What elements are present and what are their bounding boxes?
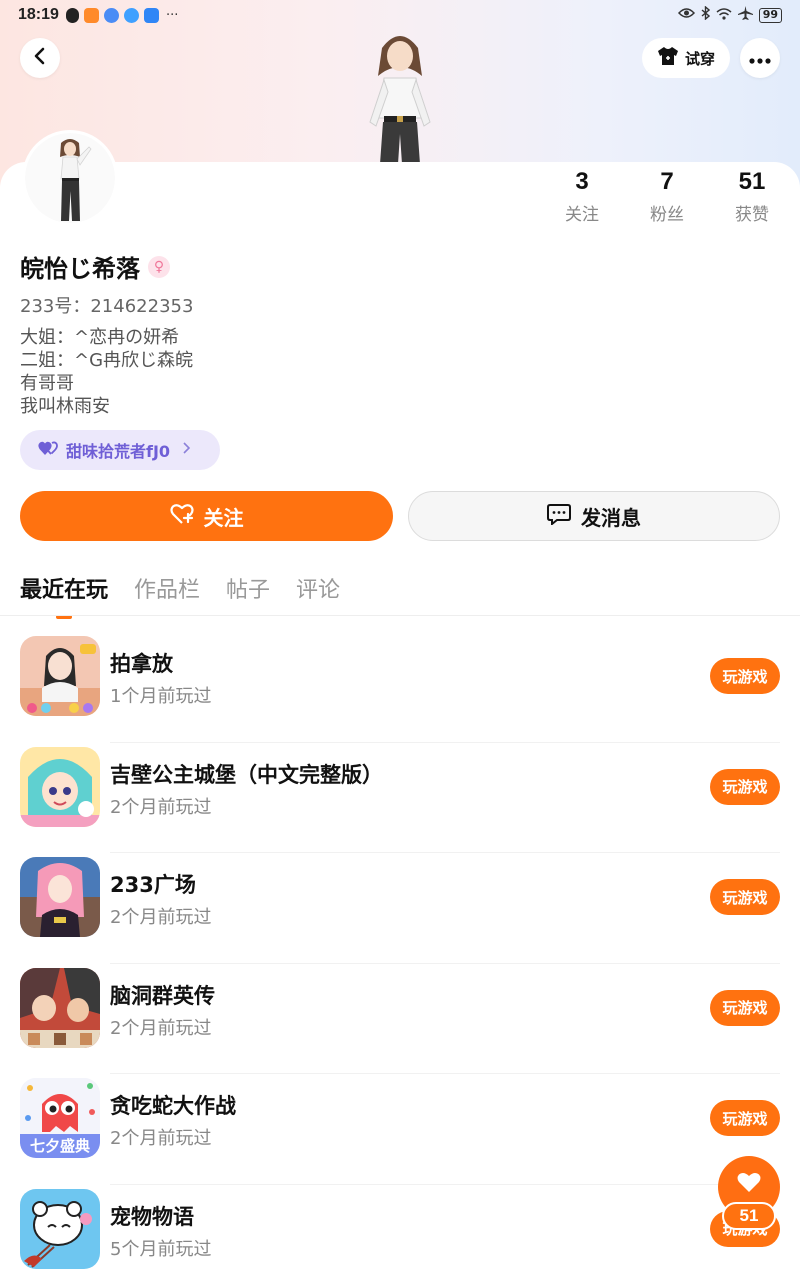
game-icon — [20, 746, 100, 827]
follow-button[interactable]: 关注 — [20, 491, 393, 541]
female-gender-icon: ♀ — [148, 255, 170, 278]
try-on-button[interactable]: 试穿 — [642, 38, 730, 78]
video-app-icon — [84, 8, 99, 23]
message-label: 发消息 — [581, 505, 641, 530]
list-item[interactable]: 七夕盛典 贪吃蛇大作战 2个月前玩过 玩游戏 — [0, 1074, 800, 1185]
stat-fans-count: 7 — [660, 168, 674, 195]
stat-likes-label: 获赞 — [735, 205, 769, 225]
stat-following-count: 3 — [575, 168, 589, 195]
status-bar: 18:19 ··· 99 — [0, 0, 800, 32]
send-message-button[interactable]: 发消息 — [408, 491, 780, 541]
game-title: 贪吃蛇大作战 — [110, 1094, 236, 1118]
guild-label: 甜味拾荒者fJ0 — [66, 442, 171, 461]
chevron-right-icon — [182, 442, 191, 458]
shirt-icon — [657, 46, 679, 70]
penguin-icon — [66, 8, 79, 23]
game-title: 宠物物语 — [110, 1204, 194, 1229]
overflow-dots: ··· — [166, 7, 179, 23]
recent-games-list: 拍拿放 1个月前玩过 玩游戏 吉壁公主城堡（中文完整版） 2个月前玩过 玩游戏 — [0, 632, 800, 1280]
list-item[interactable]: 233广场 2个月前玩过 玩游戏 — [0, 853, 800, 964]
tabs-divider — [0, 615, 800, 616]
bio-line: 有哥哥 — [20, 373, 74, 394]
double-heart-icon — [38, 440, 58, 460]
try-on-label: 试穿 — [684, 49, 715, 68]
airplane-icon — [737, 6, 753, 24]
bio-line: 二姐：^G冉欣じ森皖 — [20, 350, 194, 371]
game-title: 脑洞群英传 — [110, 983, 215, 1008]
stat-likes[interactable]: 51 获赞 — [712, 168, 792, 225]
battery-indicator: 99 — [758, 7, 782, 23]
game-icon — [20, 636, 100, 716]
list-item[interactable]: 吉壁公主城堡（中文完整版） 2个月前玩过 玩游戏 — [0, 743, 800, 853]
follow-label: 关注 — [203, 505, 244, 530]
status-notification-icons: ··· — [66, 8, 178, 23]
last-played: 5个月前玩过 — [110, 1238, 212, 1260]
back-button[interactable] — [20, 38, 60, 78]
game-title: 吉壁公主城堡（中文完整版） — [110, 762, 383, 787]
last-played: 2个月前玩过 — [110, 1128, 212, 1149]
chat-bubble-icon — [547, 503, 571, 530]
play-game-button[interactable]: 玩游戏 — [710, 989, 780, 1026]
bluetooth-icon — [701, 5, 710, 24]
bio-line: 大姐：^恋冉の妍希 — [20, 327, 180, 348]
game-icon — [20, 1188, 100, 1269]
stat-fans-label: 粉丝 — [650, 205, 684, 225]
browser-icon — [124, 8, 139, 23]
tab-works[interactable]: 作品栏 — [134, 572, 200, 614]
user-id: 233号：214622353 — [20, 296, 194, 317]
game-icon — [20, 967, 100, 1048]
heart-icon — [736, 1172, 762, 1197]
last-played: 2个月前玩过 — [110, 1017, 212, 1039]
music-icon — [104, 8, 119, 23]
game-icon: 七夕盛典 — [20, 1078, 100, 1158]
status-time: 18:19 — [18, 6, 59, 23]
heart-plus-icon — [169, 503, 194, 530]
stat-following-label: 关注 — [565, 205, 599, 225]
list-item[interactable]: 脑洞群英传 2个月前玩过 玩游戏 — [0, 964, 800, 1074]
list-item[interactable]: 宠物物语 5个月前玩过 玩游戏 — [0, 1185, 800, 1280]
game-title: 233广场 — [110, 873, 196, 897]
chevron-left-icon — [33, 47, 47, 69]
tab-label: 评论 — [296, 578, 341, 603]
tab-label: 帖子 — [226, 578, 271, 603]
more-options-button[interactable] — [740, 38, 780, 78]
profile-name: 皖怡じ希落 — [20, 255, 140, 283]
last-played: 1个月前玩过 — [110, 686, 212, 707]
tab-recently-played[interactable]: 最近在玩 — [20, 572, 109, 619]
like-count-badge: 51 — [722, 1202, 776, 1230]
tab-posts[interactable]: 帖子 — [226, 572, 270, 614]
list-item[interactable]: 拍拿放 1个月前玩过 玩游戏 — [0, 632, 800, 743]
more-dots-icon — [749, 49, 771, 68]
stat-fans[interactable]: 7 粉丝 — [627, 168, 707, 225]
eye-icon — [677, 7, 695, 23]
bio: 大姐：^恋冉の妍希 二姐：^G冉欣じ森皖 有哥哥 我叫林雨安 — [20, 326, 193, 418]
play-game-button[interactable]: 玩游戏 — [710, 658, 780, 694]
guild-badge[interactable]: 甜味拾荒者fJ0 — [20, 430, 220, 470]
game-icon-caption: 七夕盛典 — [29, 1137, 90, 1155]
bio-line: 我叫林雨安 — [20, 396, 110, 417]
last-played: 2个月前玩过 — [110, 796, 212, 818]
stat-likes-count: 51 — [738, 168, 766, 195]
play-game-button[interactable]: 玩游戏 — [710, 1100, 780, 1136]
play-game-button[interactable]: 玩游戏 — [710, 768, 780, 805]
cloud-icon — [144, 8, 159, 23]
wifi-icon — [716, 7, 732, 24]
tab-label: 作品栏 — [134, 578, 201, 603]
stat-following[interactable]: 3 关注 — [542, 168, 622, 225]
game-title: 拍拿放 — [110, 652, 173, 676]
tab-comments[interactable]: 评论 — [296, 572, 340, 614]
name-row: 皖怡じ希落 ♀ — [20, 249, 170, 284]
profile-tabs: 最近在玩 作品栏 帖子 评论 — [20, 572, 340, 619]
tab-label: 最近在玩 — [20, 578, 109, 603]
avatar[interactable] — [22, 130, 118, 226]
game-icon — [20, 857, 100, 937]
play-game-button[interactable]: 玩游戏 — [710, 879, 780, 915]
avatar-3d-model[interactable] — [350, 30, 450, 164]
last-played: 2个月前玩过 — [110, 907, 212, 928]
